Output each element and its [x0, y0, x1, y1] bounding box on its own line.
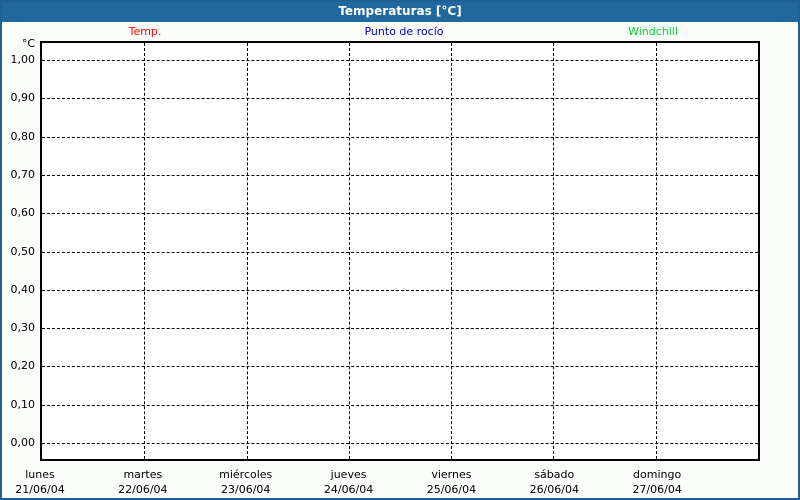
x-axis-date-label: 23/06/04 [221, 483, 271, 496]
chart-legend: Temp. Punto de rocío Windchill [2, 2, 798, 42]
y-tick-label: 1,00 [10, 53, 36, 66]
horizontal-gridline [42, 174, 758, 176]
y-axis-unit-label: °C [21, 37, 35, 50]
horizontal-gridline [42, 213, 758, 215]
y-tick-label: 0,30 [10, 321, 36, 335]
x-axis-day-label: jueves [330, 468, 367, 481]
y-tick-label: 0,90 [10, 91, 36, 105]
y-tick-label: 0,10 [10, 397, 36, 411]
horizontal-gridline [42, 251, 758, 253]
vertical-gridline [348, 43, 350, 459]
x-axis-date-label: 21/06/04 [15, 483, 65, 496]
x-axis-date-label: 22/06/04 [118, 483, 168, 496]
vertical-gridline [246, 43, 248, 459]
vertical-gridline [144, 43, 146, 459]
legend-item-dew-point: Punto de rocío [364, 25, 444, 38]
horizontal-gridline [42, 328, 758, 330]
horizontal-gridline [42, 443, 758, 444]
y-tick-label: 0,80 [10, 129, 36, 143]
temperature-chart-window: Temperaturas [°C] Temp. Punto de rocío Win… [0, 0, 800, 500]
legend-item-temp: Temp. [128, 25, 162, 38]
horizontal-gridline [42, 289, 758, 291]
x-axis: lunes 21/06/04 martes 22/06/04 miércoles 23/0… [2, 462, 798, 498]
x-axis-day-label: lunes [25, 468, 55, 481]
vertical-gridline [553, 43, 555, 459]
vertical-gridline [451, 43, 453, 459]
horizontal-gridline [42, 404, 758, 406]
legend-item-windchill: Windchill [628, 25, 678, 38]
x-axis-day-label: viernes [431, 468, 472, 481]
x-axis-day-label: martes [123, 468, 163, 481]
horizontal-gridline [42, 136, 758, 138]
y-tick-label: 0,40 [10, 282, 36, 296]
x-axis-date-label: 27/06/04 [632, 483, 682, 496]
x-axis-day-label: sábado [534, 468, 575, 481]
y-tick-label: 0,20 [10, 359, 36, 373]
y-tick-label: 0,00 [10, 436, 36, 449]
x-axis-day-label: domingo [633, 468, 682, 481]
horizontal-gridline [42, 60, 758, 61]
x-axis-date-label: 26/06/04 [529, 483, 579, 496]
y-tick-label: 0,50 [10, 244, 36, 258]
plot-area [40, 41, 760, 461]
x-axis-date-label: 25/06/04 [426, 483, 477, 496]
y-tick-label: 0,60 [10, 206, 36, 220]
x-axis-date-label: 24/06/04 [323, 483, 374, 496]
vertical-gridline [655, 43, 657, 459]
horizontal-gridline [42, 366, 758, 368]
x-axis-day-label: miércoles [219, 468, 273, 481]
horizontal-gridline [42, 98, 758, 100]
y-tick-label: 0,70 [10, 167, 36, 181]
y-axis: °C 1,00 0,90 0,80 0,70 0,60 0,50 0,40 0,30 0,20 0… [2, 2, 36, 472]
